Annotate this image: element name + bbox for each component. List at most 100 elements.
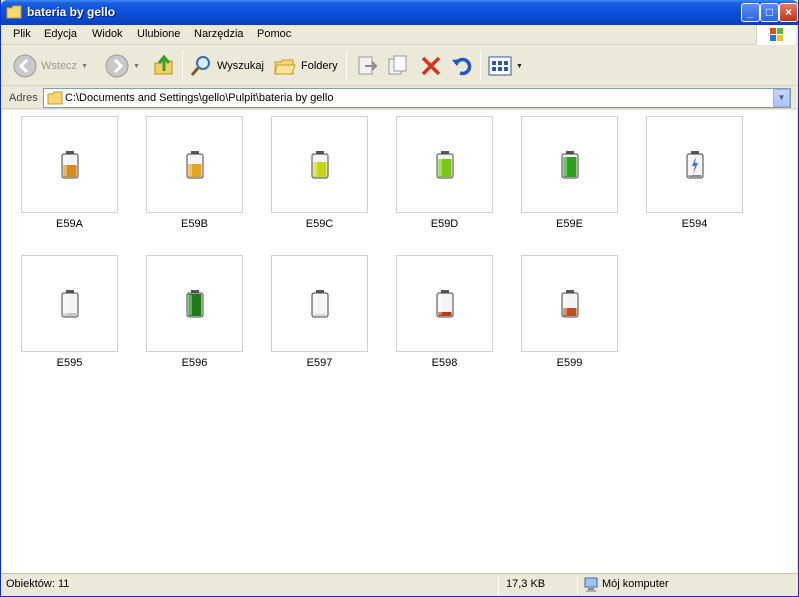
views-grid-icon — [488, 56, 512, 76]
views-button[interactable]: ▼ — [488, 50, 523, 82]
file-name: E596 — [181, 357, 208, 369]
file-list-area[interactable]: E59A E59B E59C E59D E59E E594 E595 E596 E597 E598… — [2, 110, 797, 573]
forward-arrow-icon — [105, 54, 129, 78]
file-thumbnail[interactable] — [21, 116, 118, 213]
file-item[interactable]: E59D — [396, 116, 494, 236]
delete-x-icon — [421, 56, 441, 76]
folder-icon — [47, 91, 63, 105]
battery-icon — [186, 290, 204, 318]
file-item[interactable]: E59C — [271, 116, 369, 236]
file-name: E59D — [430, 218, 459, 230]
file-item[interactable]: E594 — [646, 116, 744, 236]
status-bar: Obiektów: 11 17,3 KB Mój komputer — [1, 573, 798, 596]
toolbar-separator — [182, 51, 183, 81]
explorer-window: bateria by gello _ □ × Plik Edycja Widok… — [0, 0, 799, 597]
search-icon — [190, 56, 210, 76]
copy-to-icon — [388, 55, 407, 75]
forward-dropdown-icon[interactable]: ▼ — [133, 63, 140, 70]
file-thumbnail[interactable] — [396, 255, 493, 352]
file-item[interactable]: E59A — [21, 116, 119, 236]
menu-widok[interactable]: Widok — [92, 28, 123, 40]
battery-icon — [436, 290, 454, 318]
address-input[interactable]: C:\Documents and Settings\gello\Pulpit\b… — [43, 88, 791, 108]
file-name: E595 — [56, 357, 83, 369]
file-name: E59B — [181, 218, 208, 230]
menu-pomoc[interactable]: Pomoc — [257, 28, 291, 40]
file-thumbnail[interactable] — [146, 116, 243, 213]
battery-icon — [61, 290, 79, 318]
address-dropdown-button[interactable]: ▼ — [773, 89, 790, 107]
file-item[interactable]: E597 — [271, 255, 369, 375]
menu-ulubione[interactable]: Ulubione — [137, 28, 180, 40]
file-thumbnail[interactable] — [396, 116, 493, 213]
back-label: Wstecz — [41, 60, 78, 72]
file-name: E594 — [681, 218, 708, 230]
up-folder-icon — [154, 54, 173, 75]
close-button[interactable]: × — [779, 3, 798, 22]
battery-icon — [311, 151, 329, 179]
folder-icon — [6, 5, 22, 19]
file-thumbnail[interactable] — [271, 255, 368, 352]
battery-icon — [311, 290, 329, 318]
forward-button[interactable]: ▼ — [105, 50, 140, 82]
file-item[interactable]: E596 — [146, 255, 244, 375]
file-thumbnail[interactable] — [21, 255, 118, 352]
file-name: E59E — [556, 218, 583, 230]
minimize-button[interactable]: _ — [741, 3, 760, 22]
menu-plik[interactable]: Plik — [13, 28, 31, 40]
file-thumbnail[interactable] — [271, 116, 368, 213]
status-object-count: Obiektów: 11 — [6, 578, 70, 590]
menu-narzedzia[interactable]: Narzędzia — [194, 28, 244, 40]
file-thumbnail[interactable] — [521, 255, 618, 352]
file-name: E599 — [556, 357, 583, 369]
address-label: Adres — [9, 92, 38, 104]
up-folder-button[interactable] — [152, 50, 176, 82]
folders-label: Foldery — [301, 60, 338, 72]
status-size: 17,3 KB — [506, 578, 546, 590]
file-name: E598 — [431, 357, 458, 369]
folders-icon — [274, 59, 296, 75]
back-dropdown-icon[interactable]: ▼ — [81, 63, 88, 70]
battery-icon — [561, 151, 579, 179]
title-bar[interactable]: bateria by gello _ □ × — [1, 0, 798, 25]
search-button[interactable]: Wyszukaj — [189, 50, 264, 82]
status-location: Mój komputer — [602, 578, 669, 590]
move-to-button[interactable] — [355, 50, 379, 82]
battery-icon — [436, 151, 454, 179]
battery-icon — [186, 151, 204, 179]
file-item[interactable]: E595 — [21, 255, 119, 375]
folders-button[interactable]: Foldery — [273, 50, 338, 82]
copy-to-button[interactable] — [386, 50, 410, 82]
menu-bar: Plik Edycja Widok Ulubione Narzędzia Pom… — [1, 25, 798, 45]
window-title: bateria by gello — [27, 5, 116, 19]
file-item[interactable]: E599 — [521, 255, 619, 375]
file-thumbnail[interactable] — [521, 116, 618, 213]
address-bar: Adres C:\Documents and Settings\gello\Pu… — [1, 87, 798, 109]
undo-button[interactable] — [450, 50, 474, 82]
search-label: Wyszukaj — [217, 60, 264, 72]
file-name: E59C — [305, 218, 334, 230]
file-thumbnail[interactable] — [646, 116, 743, 213]
file-thumbnail[interactable] — [146, 255, 243, 352]
undo-icon — [452, 57, 472, 76]
my-computer-icon — [584, 577, 598, 592]
battery-icon — [61, 151, 79, 179]
toolbar-separator — [346, 51, 347, 81]
toolbar-separator — [480, 51, 481, 81]
maximize-button[interactable]: □ — [760, 3, 779, 22]
file-item[interactable]: E598 — [396, 255, 494, 375]
file-name: E59A — [56, 218, 83, 230]
address-value: C:\Documents and Settings\gello\Pulpit\b… — [65, 92, 334, 104]
file-item[interactable]: E59B — [146, 116, 244, 236]
windows-logo-icon — [756, 25, 796, 45]
views-dropdown-icon[interactable]: ▼ — [516, 63, 523, 70]
back-button[interactable]: Wstecz ▼ — [13, 50, 88, 82]
move-to-icon — [358, 56, 378, 75]
battery-icon — [686, 151, 704, 179]
file-item[interactable]: E59E — [521, 116, 619, 236]
menu-edycja[interactable]: Edycja — [44, 28, 77, 40]
status-separator — [577, 576, 578, 594]
back-arrow-icon — [13, 54, 37, 78]
toolbar: Wstecz ▼ ▼ Wyszukaj Foldery ▼ — [1, 46, 798, 86]
delete-button[interactable] — [419, 50, 443, 82]
